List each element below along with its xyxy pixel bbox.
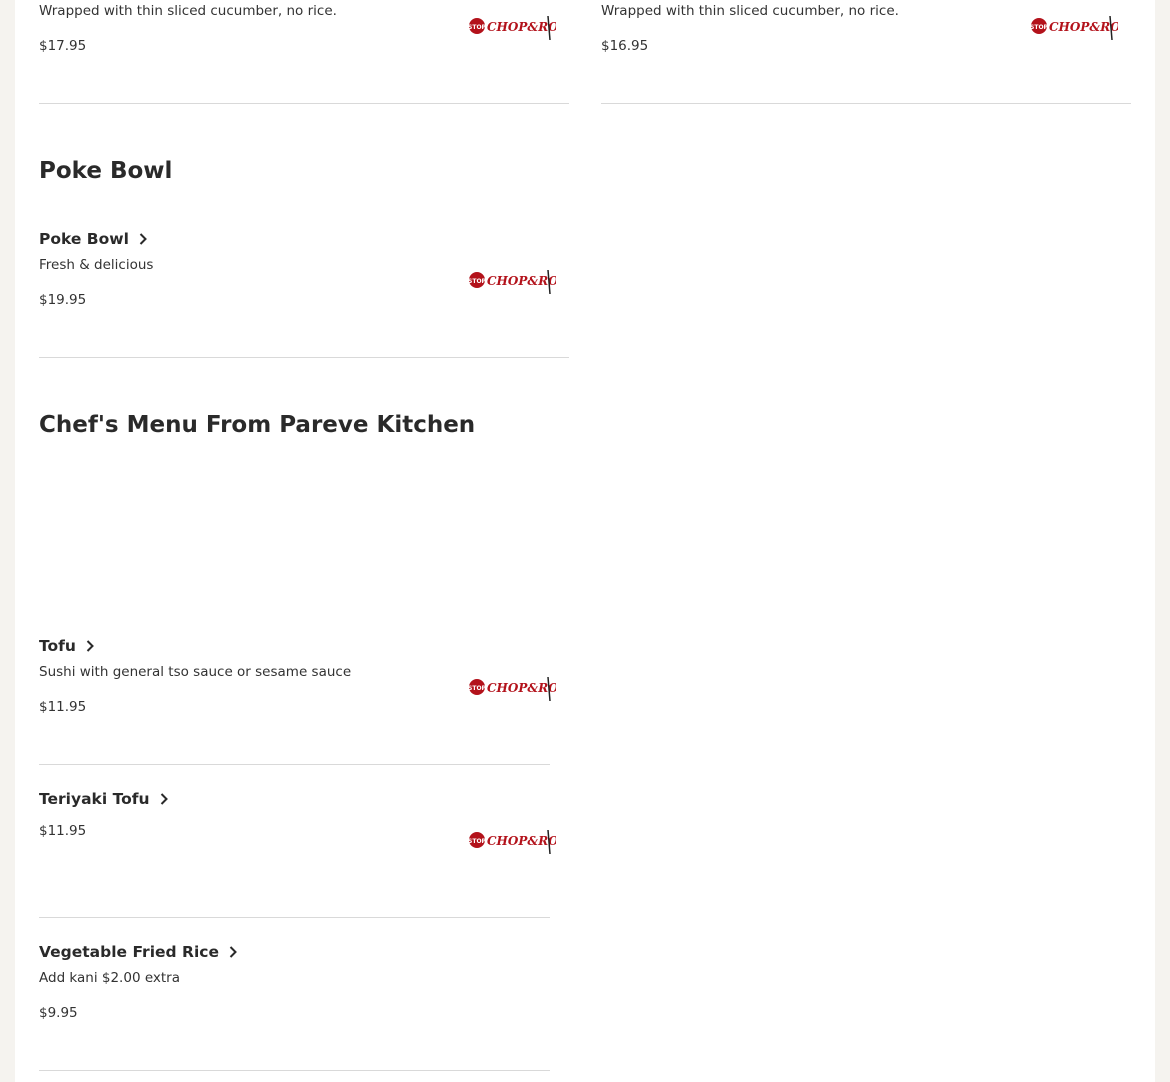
item-name: Tofu (39, 637, 76, 655)
menu-item-name-link[interactable]: Tofu (39, 636, 94, 655)
item-name: Vegetable Fried Rice (39, 943, 219, 961)
chevron-right-icon (160, 793, 168, 805)
chevron-right-icon (229, 946, 237, 958)
svg-text:STOP: STOP (468, 24, 487, 31)
item-price: $17.95 (39, 38, 87, 54)
item-divider (39, 103, 569, 104)
restaurant-logo-icon: STOP CHOP&ROLL (468, 15, 556, 41)
svg-text:CHOP&ROLL: CHOP&ROLL (487, 20, 556, 34)
restaurant-logo-icon: STOP CHOP&ROLL (468, 269, 556, 295)
section-title: Chef's Menu From Pareve Kitchen (39, 412, 476, 438)
svg-text:CHOP&ROLL: CHOP&ROLL (487, 834, 556, 848)
restaurant-logo-icon: STOP CHOP&ROLL (1030, 15, 1118, 41)
svg-text:STOP: STOP (1030, 24, 1049, 31)
chevron-right-icon (139, 233, 147, 245)
item-description: Fresh & delicious (39, 257, 154, 273)
restaurant-logo-icon: STOP CHOP&ROLL (468, 676, 556, 702)
chevron-right-icon (86, 640, 94, 652)
svg-text:CHOP&ROLL: CHOP&ROLL (487, 681, 556, 695)
item-description: Add kani $2.00 extra (39, 970, 180, 986)
section-title: Poke Bowl (39, 158, 173, 184)
svg-text:STOP: STOP (468, 278, 487, 285)
menu-item-name-link[interactable]: Teriyaki Tofu (39, 789, 168, 808)
item-description: Wrapped with thin sliced cucumber, no ri… (601, 3, 899, 19)
svg-text:CHOP&ROLL: CHOP&ROLL (487, 274, 556, 288)
menu-item-card[interactable]: Wrapped with thin sliced cucumber, no ri… (601, 3, 899, 19)
item-divider (39, 1070, 550, 1071)
svg-text:STOP: STOP (468, 838, 487, 845)
svg-text:CHOP&ROLL: CHOP&ROLL (1049, 20, 1118, 34)
item-price: $19.95 (39, 292, 87, 308)
item-divider (39, 357, 569, 358)
item-divider (39, 764, 550, 765)
menu-panel (15, 0, 1155, 1082)
item-price: $9.95 (39, 1005, 78, 1021)
item-price: $16.95 (601, 38, 649, 54)
item-name: Teriyaki Tofu (39, 790, 150, 808)
svg-text:STOP: STOP (468, 685, 487, 692)
menu-item-name-link[interactable]: Vegetable Fried Rice (39, 942, 237, 961)
item-price: $11.95 (39, 699, 87, 715)
menu-item-name-link[interactable]: Poke Bowl (39, 229, 147, 248)
item-divider (39, 917, 550, 918)
menu-item-card[interactable]: Wrapped with thin sliced cucumber, no ri… (39, 3, 337, 19)
restaurant-logo-icon: STOP CHOP&ROLL (468, 829, 556, 855)
item-name: Poke Bowl (39, 230, 129, 248)
item-description: Wrapped with thin sliced cucumber, no ri… (39, 3, 337, 19)
item-description: Sushi with general tso sauce or sesame s… (39, 664, 352, 680)
item-price: $11.95 (39, 823, 87, 839)
item-divider (601, 103, 1131, 104)
